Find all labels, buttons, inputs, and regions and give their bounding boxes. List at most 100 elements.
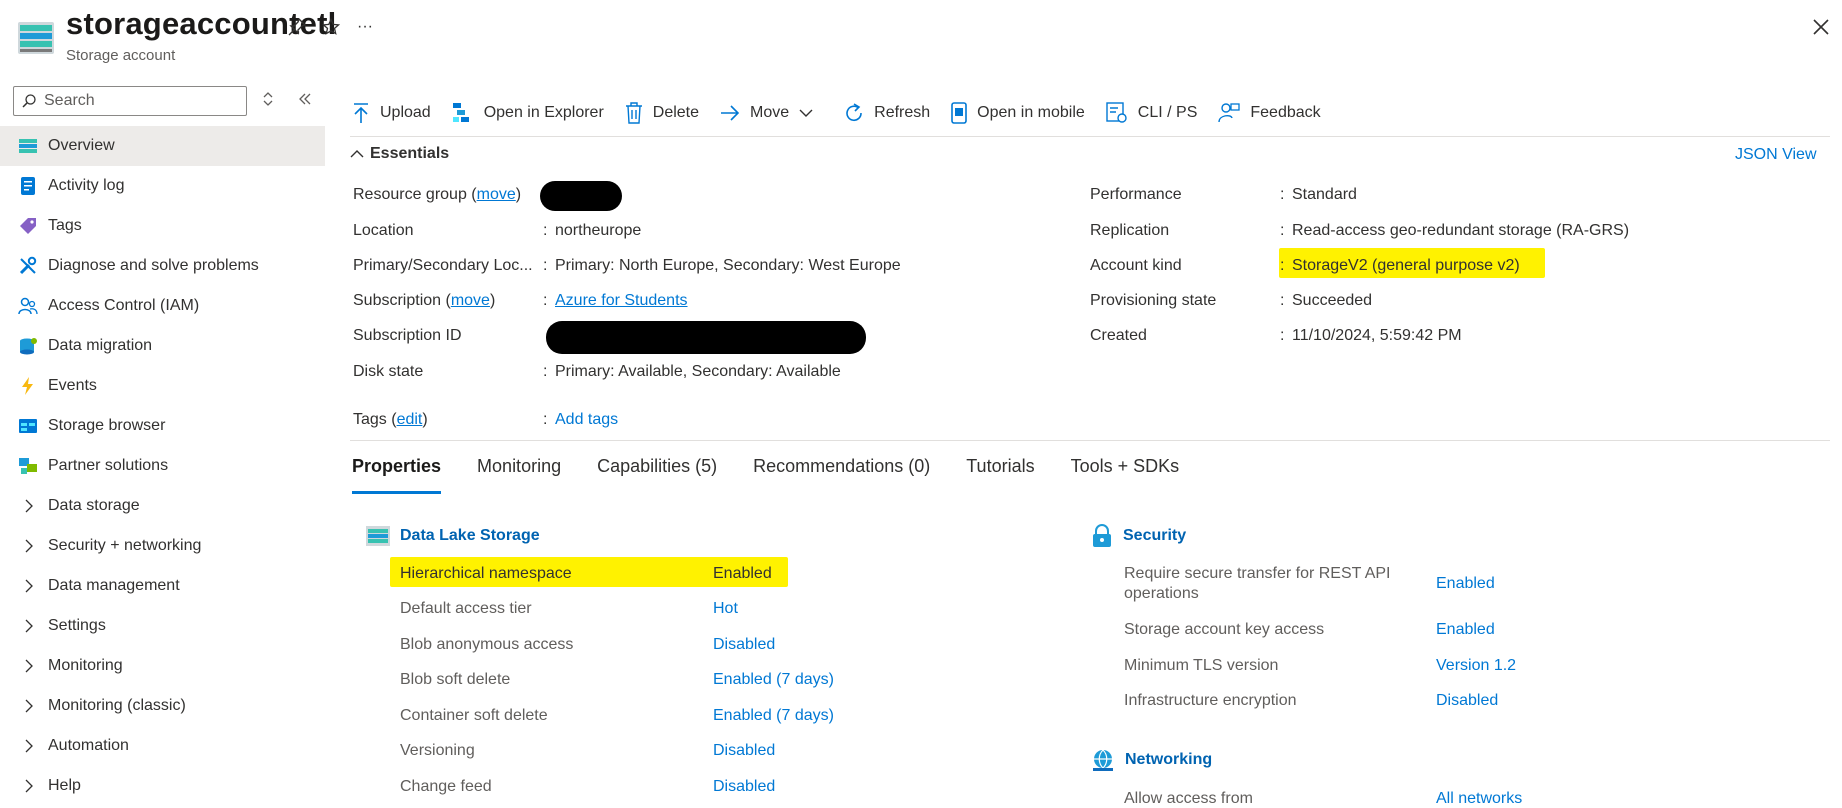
sidebar-group-monitoring-classic[interactable]: Monitoring (classic) [0,686,325,726]
sidebar-item-partner-solutions[interactable]: Partner solutions [0,446,325,486]
chevron-up-icon [350,150,364,158]
sidebar-item-overview[interactable]: Overview [0,126,325,166]
star-icon[interactable] [318,14,344,40]
subscription-label: Subscription [353,292,442,309]
open-in-mobile-button[interactable]: Open in mobile [951,96,1085,130]
sidebar-item-label: Security + networking [48,537,202,554]
tab-recommendations[interactable]: Recommendations (0) [753,456,930,494]
hierarchical-namespace-label: Hierarchical namespace [400,565,572,582]
sidebar-item-events[interactable]: Events [0,366,325,406]
change-feed-label: Change feed [400,778,492,795]
default-access-tier-value[interactable]: Hot [713,600,738,618]
delete-button[interactable]: Delete [625,96,699,130]
upload-button[interactable]: Upload [352,96,431,130]
tab-tools-sdks[interactable]: Tools + SDKs [1071,456,1180,494]
subscription-link[interactable]: Azure for Students [555,292,688,310]
move-button[interactable]: Move [720,96,823,130]
sidebar-item-label: Settings [48,617,106,634]
networking-section-title[interactable]: Networking [1091,748,1212,772]
feedback-icon [1218,103,1241,123]
refresh-icon [846,103,862,121]
chevron-down-icon [799,109,813,117]
search-input[interactable] [44,91,239,111]
pin-icon[interactable] [284,14,310,40]
more-options-button[interactable]: ··· [352,14,378,40]
sidebar: Overview Activity log Tags Diagnose and … [0,80,325,808]
edit-tags-link[interactable]: edit [397,411,423,428]
add-tags-link[interactable]: Add tags [555,411,618,429]
sidebar-item-diagnose[interactable]: Diagnose and solve problems [0,246,325,286]
colon: : [543,363,548,380]
close-icon[interactable] [1806,12,1836,42]
sidebar-item-label: Diagnose and solve problems [48,257,259,274]
cli-ps-button[interactable]: CLI / PS [1106,96,1197,130]
redacted-value [540,181,622,211]
chevron-right-icon [25,619,33,633]
security-section-title[interactable]: Security [1091,524,1186,548]
resource-group-label: Resource group [353,186,467,203]
key-access-value[interactable]: Enabled [1436,621,1495,639]
open-in-explorer-button[interactable]: Open in Explorer [452,96,604,130]
upload-label: Upload [380,104,431,121]
disk-state-label: Disk state [353,363,424,380]
blob-soft-delete-value[interactable]: Enabled (7 days) [713,671,834,689]
upload-icon [354,103,368,123]
replication-label: Replication [1090,222,1170,239]
min-tls-value[interactable]: Version 1.2 [1436,657,1516,675]
move-resource-group-link[interactable]: move [477,186,516,203]
sidebar-group-help[interactable]: Help [0,766,325,806]
location-value: northeurope [555,222,642,239]
provisioning-state-value: Succeeded [1292,292,1373,309]
trash-icon [625,102,642,124]
sidebar-item-label: Monitoring [48,657,123,674]
sidebar-group-security-networking[interactable]: Security + networking [0,526,325,566]
secure-transfer-label-line2: operations [1124,585,1199,602]
sort-icon[interactable] [257,88,279,110]
sidebar-group-data-storage[interactable]: Data storage [0,486,325,526]
sidebar-item-data-migration[interactable]: Data migration [0,326,325,366]
feedback-button[interactable]: Feedback [1218,96,1321,130]
essentials-toggle[interactable]: Essentials [350,145,449,163]
allow-access-from-value[interactable]: All networks [1436,790,1522,808]
container-soft-delete-value[interactable]: Enabled (7 days) [713,707,834,725]
location-label: Location [353,222,414,239]
secure-transfer-value[interactable]: Enabled [1436,575,1495,593]
essentials-title: Essentials [370,145,450,162]
sidebar-group-monitoring[interactable]: Monitoring [0,646,325,686]
sidebar-search[interactable] [13,86,247,116]
tab-tutorials[interactable]: Tutorials [966,456,1034,494]
people-icon [18,297,38,315]
sidebar-item-storage-browser[interactable]: Storage browser [0,406,325,446]
sidebar-item-label: Data migration [48,337,153,354]
sidebar-item-tags[interactable]: Tags [0,206,325,246]
collapse-sidebar-icon[interactable] [294,88,316,110]
tab-monitoring[interactable]: Monitoring [477,456,561,494]
infra-encryption-value[interactable]: Disabled [1436,692,1498,710]
sidebar-item-access-control[interactable]: Access Control (IAM) [0,286,325,326]
chevron-right-icon [25,539,33,553]
tab-capabilities[interactable]: Capabilities (5) [597,456,717,494]
move-subscription-link[interactable]: move [451,292,490,309]
sidebar-item-label: Events [48,377,97,394]
open-in-explorer-label: Open in Explorer [483,104,604,121]
data-lake-title-label: Data Lake Storage [400,527,540,544]
account-kind-value: StorageV2 (general purpose v2) [1292,257,1520,274]
refresh-button[interactable]: Refresh [844,96,930,130]
tag-icon [20,218,36,234]
sidebar-item-label: Overview [48,137,115,154]
data-lake-section-title[interactable]: Data Lake Storage [366,525,540,547]
sidebar-item-activity-log[interactable]: Activity log [0,166,325,206]
chevron-right-icon [25,499,33,513]
json-view-link[interactable]: JSON View [1735,146,1817,164]
versioning-value[interactable]: Disabled [713,742,775,760]
change-feed-value[interactable]: Disabled [713,778,775,796]
sidebar-group-automation[interactable]: Automation [0,726,325,766]
sidebar-group-data-management[interactable]: Data management [0,566,325,606]
colon: : [1280,327,1285,344]
sidebar-group-settings[interactable]: Settings [0,606,325,646]
tab-properties[interactable]: Properties [352,456,442,494]
blob-anonymous-access-value[interactable]: Disabled [713,636,775,654]
primary-secondary-label: Primary/Secondary Loc... [353,257,533,274]
performance-label: Performance [1090,186,1182,203]
colon: : [1280,222,1285,239]
